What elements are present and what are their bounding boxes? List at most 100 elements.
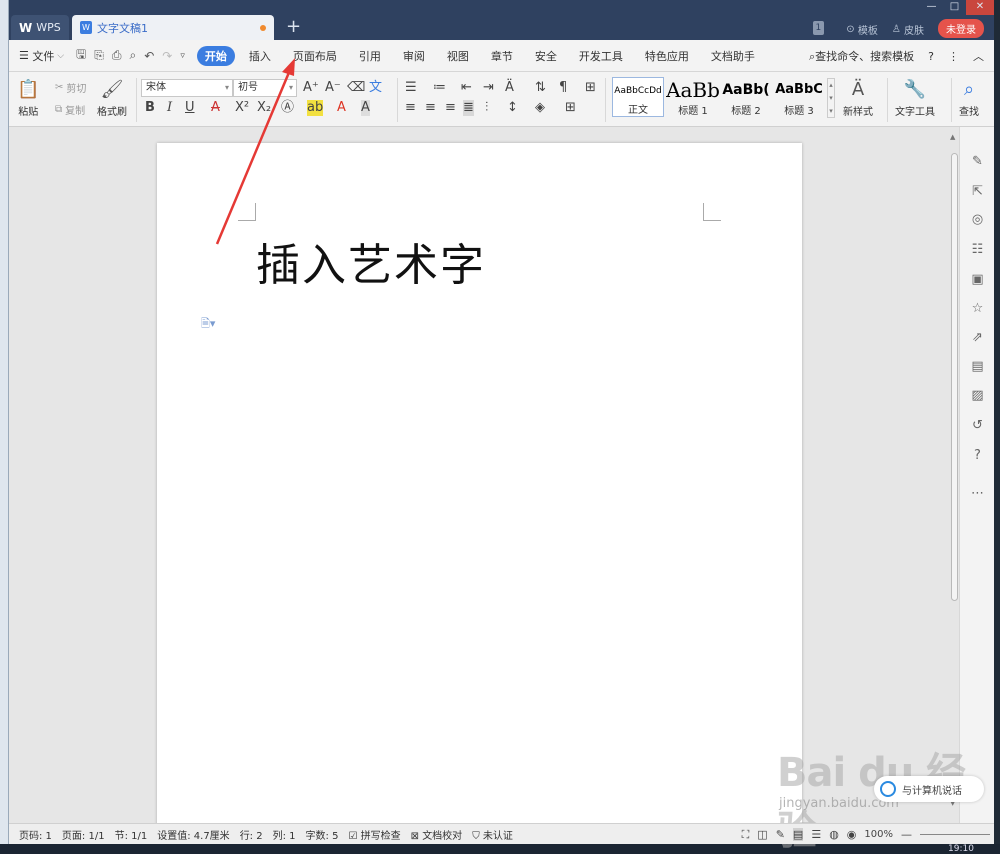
borders-icon[interactable]: ⊞ (565, 100, 576, 116)
undo-icon[interactable]: ↶ (144, 49, 154, 63)
help-circle-icon[interactable]: ? (969, 447, 986, 464)
status-setting[interactable]: 设置值: 4.7厘米 (157, 827, 229, 842)
superscript-icon[interactable]: X² (235, 100, 249, 116)
scroll-up-icon[interactable]: ▲ (950, 133, 955, 141)
star-icon[interactable]: ☆ (969, 300, 986, 317)
status-word-count[interactable]: 字数: 5 (306, 827, 339, 842)
style-heading-2[interactable]: AaBb( 标题 2 (720, 77, 772, 117)
archive-icon[interactable]: ▤ (969, 358, 986, 375)
bold-icon[interactable]: B (145, 100, 155, 116)
outline-view-icon[interactable]: ☰ (811, 828, 821, 841)
web-view-icon[interactable]: ◍ (829, 828, 839, 841)
tab-developer[interactable]: 开发工具 (579, 48, 623, 64)
style-heading-3[interactable]: AaBbC 标题 3 (773, 77, 825, 117)
tab-special[interactable]: 特色应用 (645, 48, 689, 64)
shrink-font-icon[interactable]: A⁻ (325, 80, 341, 96)
new-style-button[interactable]: Ä 新样式 (843, 77, 873, 118)
doc-check-button[interactable]: ⊠ 文档校对 (411, 827, 463, 842)
page-count-badge[interactable]: 1 (812, 21, 825, 35)
highlight-icon[interactable]: ab (307, 100, 324, 116)
history-icon[interactable]: ↺ (969, 417, 986, 434)
tab-view[interactable]: 视图 (447, 48, 469, 64)
tab-review[interactable]: 审阅 (403, 48, 425, 64)
read-mode-icon[interactable]: ◫ (757, 828, 767, 841)
align-center-icon[interactable]: ≡ (425, 100, 436, 116)
justify-icon[interactable]: ≣ (463, 100, 474, 116)
tab-wps-home[interactable]: W WPS (11, 15, 69, 40)
document-area[interactable]: 插入艺术字 🗎▾ (9, 127, 949, 823)
fullscreen-icon[interactable]: ⛶ (742, 828, 750, 842)
align-left-icon[interactable]: ≡ (405, 100, 416, 116)
save-icon[interactable]: 🖫 (76, 45, 86, 66)
sort-icon[interactable]: ⇅ (535, 80, 546, 96)
bullet-list-icon[interactable]: ☰ (405, 80, 417, 96)
paragraph-layout-icon[interactable]: 🗎▾ (201, 315, 215, 334)
print-preview-icon[interactable]: ⌕ (130, 48, 137, 63)
file-menu-button[interactable]: ☰ 文件 ⌵ (19, 48, 64, 64)
export-pdf-icon[interactable]: ⎘ (94, 48, 104, 63)
chinese-layout-icon[interactable]: Ä (505, 80, 514, 96)
tab-chapter[interactable]: 章节 (491, 48, 513, 64)
subscript-icon[interactable]: X₂ (257, 100, 271, 116)
numbered-list-icon[interactable]: ≔ (433, 80, 446, 96)
text-tools-button[interactable]: 🔧 文字工具 (895, 77, 935, 118)
adjust-icon[interactable]: ☷ (969, 241, 986, 258)
tab-insert[interactable]: 插入 (249, 48, 271, 64)
new-tab-button[interactable]: + (286, 17, 301, 37)
more-icon[interactable]: ⋮ (948, 50, 959, 63)
phonetic-icon[interactable]: 文 (369, 80, 382, 96)
align-right-icon[interactable]: ≡ (445, 100, 456, 116)
eye-protection-icon[interactable]: ◉ (847, 828, 857, 841)
collapse-ribbon-icon[interactable]: ︿ (973, 48, 984, 64)
redo-icon[interactable]: ↷ (162, 49, 172, 63)
command-search[interactable]: ⌕查找命令、搜索模板 (809, 48, 914, 64)
tab-document[interactable]: W 文字文稿1 (72, 15, 274, 40)
distribute-icon[interactable]: ⫶ (485, 100, 488, 116)
gallery-icon[interactable]: ▣ (969, 271, 986, 288)
cut-button[interactable]: ✂ 剪切 (55, 80, 86, 95)
text-effect-icon[interactable]: Ⓐ (281, 100, 294, 116)
status-section[interactable]: 节: 1/1 (115, 827, 148, 842)
find-button[interactable]: ⌕ 查找 (959, 77, 979, 118)
line-spacing-icon[interactable]: ↕ (507, 100, 518, 116)
tab-security[interactable]: 安全 (535, 48, 557, 64)
maximize-icon[interactable]: □ (943, 0, 966, 15)
style-heading-1[interactable]: AaBb 标题 1 (666, 77, 720, 117)
clear-format-icon[interactable]: ⌫ (347, 80, 365, 96)
shading-icon[interactable]: ◈ (535, 100, 545, 116)
zoom-level[interactable]: 100% (864, 829, 893, 840)
tab-references[interactable]: 引用 (359, 48, 381, 64)
strikethrough-icon[interactable]: A (211, 100, 220, 116)
tab-start[interactable]: 开始 (196, 45, 235, 66)
talk-to-computer-button[interactable]: 与计算机说话 (874, 776, 984, 802)
format-painter-button[interactable]: 🖌 格式刷 (97, 77, 127, 118)
status-pages[interactable]: 页面: 1/1 (62, 827, 105, 842)
tab-page-layout[interactable]: 页面布局 (293, 48, 337, 64)
share-icon[interactable]: ⇗ (969, 329, 986, 346)
status-page-number[interactable]: 页码: 1 (19, 827, 52, 842)
help-icon[interactable]: ? (928, 50, 934, 63)
write-mode-icon[interactable]: ✎ (776, 828, 785, 841)
shapes-icon[interactable]: ◎ (969, 211, 986, 228)
pen-icon[interactable]: ✎ (969, 153, 986, 170)
table-grid-icon[interactable]: ⊞ (585, 80, 596, 96)
close-icon[interactable]: ✕ (966, 0, 994, 15)
image-icon[interactable]: ▨ (969, 387, 986, 404)
tab-doc-assistant[interactable]: 文档助手 (711, 48, 755, 64)
certification-button[interactable]: ⛉ 未认证 (472, 827, 513, 842)
document-page[interactable]: 插入艺术字 🗎▾ (157, 143, 802, 823)
font-color-icon[interactable]: A (337, 100, 346, 116)
login-button[interactable]: 未登录 (938, 19, 984, 38)
char-shading-icon[interactable]: A (361, 100, 370, 116)
font-name-select[interactable]: 宋体 ▾ (141, 79, 233, 97)
print-icon[interactable]: ⎙ (112, 48, 122, 63)
vertical-scrollbar[interactable]: ▲ ▲ ▼ (949, 127, 959, 823)
zoom-slider[interactable] (920, 834, 990, 835)
decrease-indent-icon[interactable]: ⇤ (461, 80, 472, 96)
style-gallery-scroll[interactable]: ▴ ▾ ▾ (827, 78, 835, 118)
zoom-out-icon[interactable]: — (901, 828, 912, 841)
document-text[interactable]: 插入艺术字 (256, 229, 486, 293)
more-dots-icon[interactable]: ⋯ (969, 485, 986, 502)
copy-button[interactable]: ⧉ 复制 (55, 102, 85, 117)
grow-font-icon[interactable]: A⁺ (303, 80, 319, 96)
